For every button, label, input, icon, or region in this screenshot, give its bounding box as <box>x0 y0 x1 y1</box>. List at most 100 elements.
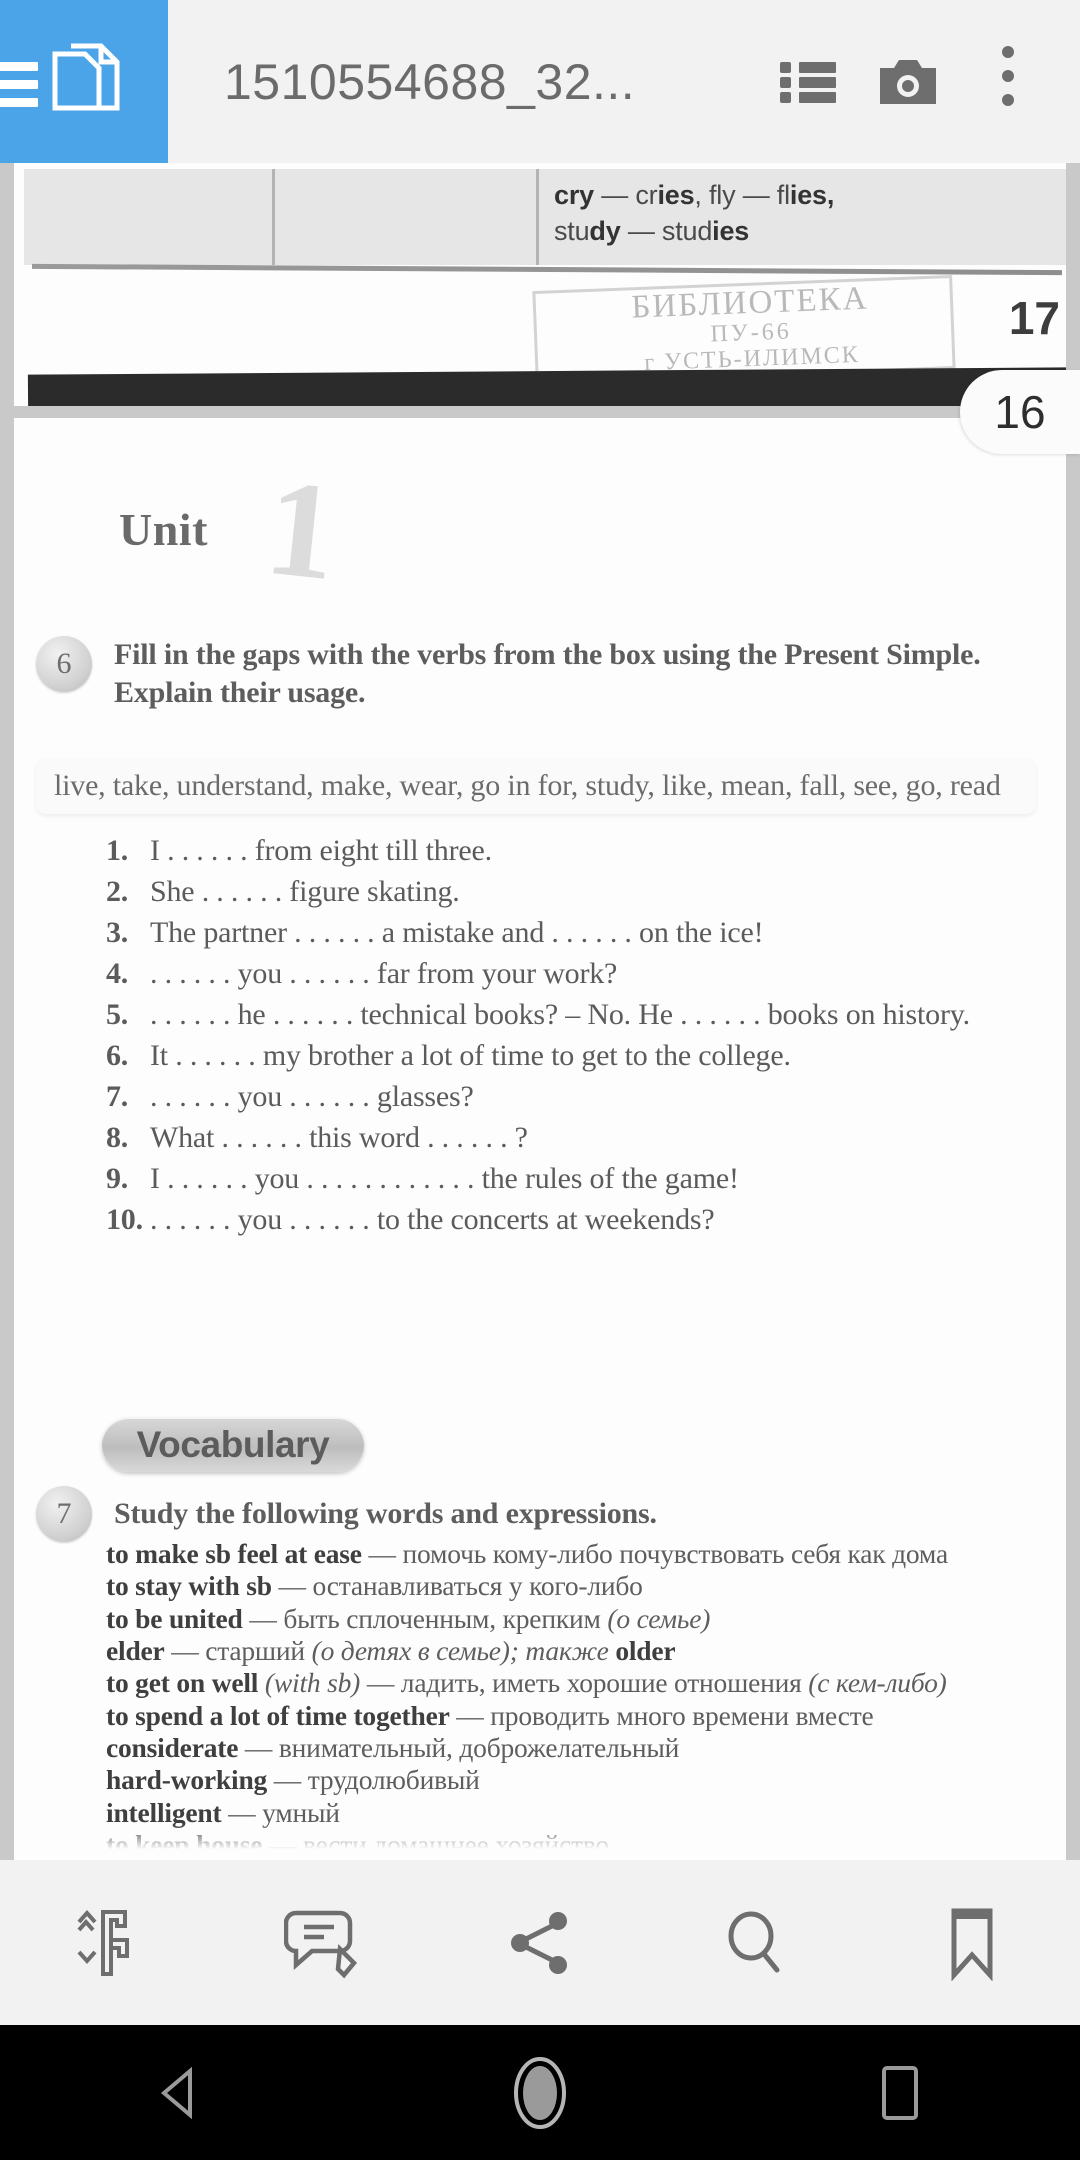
vocab-term: elder <box>106 1634 165 1666</box>
vocab-note: (о детях в семье); также <box>311 1634 616 1666</box>
vocab-definition: останавливаться у кого-либо <box>312 1570 643 1602</box>
exercise-6-question-list: 1. I . . . . . . from eight till three. 2… <box>106 836 1036 1246</box>
list-item: to get on well (with sb) — ладить, иметь… <box>106 1667 1046 1699</box>
item-text: . . . . . . you . . . . . . far from you… <box>150 957 618 990</box>
exercise-instruction: Fill in the gaps with the verbs from the… <box>114 638 981 710</box>
exercise-6: 6 Fill in the gaps with the verbs from t… <box>36 636 1036 713</box>
page-rule-line <box>31 263 1063 276</box>
vocab-term: hard-working <box>106 1764 268 1796</box>
vocab-sep: — <box>238 1731 279 1763</box>
bottom-toolbar <box>0 1860 1080 2025</box>
vocab-sep: — <box>449 1699 491 1731</box>
tbl-l2b: dy <box>589 216 621 247</box>
vocab-alt-term: older <box>615 1634 676 1666</box>
unit-number: 1 <box>259 449 344 610</box>
vocab-sep: — <box>242 1602 284 1634</box>
list-item: 2. She . . . . . . figure skating. <box>106 877 1036 907</box>
verb-word-box: live, take, understand, make, wear, go i… <box>36 758 1036 814</box>
vocab-sep: — <box>361 1538 403 1569</box>
page-title: 1510554688_32... <box>224 53 636 110</box>
list-item: 7. . . . . . . you . . . . . . glasses? <box>106 1082 1036 1112</box>
document-viewer[interactable]: cry — cries, fly — flies, study — studie… <box>0 163 1080 1860</box>
exercise-instruction: Study the following words and expression… <box>114 1496 657 1530</box>
list-item: 3. The partner . . . . . . a mistake and … <box>106 918 1036 948</box>
vocab-term: to be united <box>106 1602 243 1634</box>
item-text: The partner . . . . . . a mistake and . … <box>150 916 764 949</box>
page-bottom-fade <box>14 1824 1066 1860</box>
tbl-l1c: ies <box>657 180 695 210</box>
vocab-definition: помочь кому-либо почувствовать себя как … <box>402 1538 948 1569</box>
recents-nav-icon[interactable] <box>800 2025 1000 2160</box>
item-number: 8. <box>106 1121 129 1154</box>
unit-heading: Unit 1 <box>119 450 344 609</box>
list-item: 9. I . . . . . . you . . . . . . . . . . … <box>106 1164 1036 1194</box>
hamburger-icon[interactable] <box>0 62 38 116</box>
camera-icon[interactable] <box>858 0 958 163</box>
vocabulary-entry-list: to make sb feel at ease — помочь кому-ли… <box>106 1538 1046 1860</box>
verb-rules-table: cry — cries, fly — flies, study — studie… <box>24 169 1066 265</box>
app-bar: 1510554688_32... <box>0 0 1080 163</box>
tbl-l2d: ies <box>712 216 750 247</box>
more-vertical-icon[interactable] <box>958 0 1058 163</box>
item-number: 4. <box>106 957 129 990</box>
item-number: 10. <box>106 1203 143 1236</box>
item-text: What . . . . . . this word . . . . . . ? <box>150 1121 528 1154</box>
vocab-definition: внимательный, доброжелательный <box>278 1731 680 1763</box>
vocab-sep: — <box>360 1667 401 1699</box>
page-fit-icon[interactable] <box>33 1860 183 2025</box>
annotate-comment-icon[interactable] <box>249 1860 399 2025</box>
list-item: 6. It . . . . . . my brother a lot of tim… <box>106 1041 1036 1071</box>
document-icon[interactable] <box>45 40 133 128</box>
vocab-term: intelligent <box>106 1796 222 1828</box>
item-text: . . . . . . he . . . . . . technical boo… <box>150 998 970 1031</box>
table-divider <box>272 169 275 265</box>
list-item: 4. . . . . . . you . . . . . . far from y… <box>106 959 1036 989</box>
list-item: hard-working — трудолюбивый <box>106 1764 1046 1796</box>
app-bar-actions <box>758 0 1080 163</box>
vocab-term: considerate <box>106 1731 239 1763</box>
share-icon[interactable] <box>465 1860 615 2025</box>
list-item: to be united — быть сплоченным, крепким … <box>106 1603 1046 1635</box>
bookmark-icon[interactable] <box>897 1860 1047 2025</box>
item-number: 3. <box>106 916 129 949</box>
tbl-l1d: , fly — fl <box>694 180 790 210</box>
list-item: 8. What . . . . . . this word . . . . . .… <box>106 1123 1036 1153</box>
search-icon[interactable] <box>681 1860 831 2025</box>
vocab-term-qualifier: (with sb) <box>264 1667 361 1699</box>
app-bar-leading-group[interactable] <box>0 0 168 163</box>
vocab-term: to stay with sb <box>106 1570 272 1602</box>
vocab-term: to spend a lot of time together <box>106 1699 450 1731</box>
vocabulary-section-heading: Vocabulary <box>102 1418 364 1472</box>
back-nav-icon[interactable] <box>80 2025 280 2160</box>
item-text: I . . . . . . from eight till three. <box>150 834 492 867</box>
item-text: It . . . . . . my brother a lot of time … <box>150 1039 791 1072</box>
exercise-number-badge: 6 <box>36 636 92 692</box>
previous-page-fragment: cry — cries, fly — flies, study — studie… <box>14 163 1066 406</box>
item-text: I . . . . . . you . . . . . . . . . . . … <box>150 1162 739 1195</box>
table-divider <box>536 169 539 265</box>
item-number: 9. <box>106 1162 129 1195</box>
item-number: 5. <box>106 998 129 1031</box>
home-nav-icon[interactable] <box>440 2025 640 2160</box>
item-text: . . . . . . you . . . . . . glasses? <box>150 1080 474 1113</box>
vocab-sep: — <box>267 1764 308 1796</box>
scan-edge-shadow <box>27 367 1066 406</box>
tbl-l2a: stu <box>554 216 590 247</box>
list-item: elder — старший (о детях в семье); также… <box>106 1635 1046 1667</box>
list-item: to stay with sb — останавливаться у кого… <box>106 1570 1046 1602</box>
list-outline-icon[interactable] <box>758 0 858 163</box>
list-item: to spend a lot of time together — провод… <box>106 1700 1046 1732</box>
vocab-note: (с кем-либо) <box>808 1667 947 1699</box>
android-navigation-bar <box>0 2025 1080 2160</box>
item-number: 6. <box>106 1039 129 1072</box>
page-sheet: Unit 1 6 Fill in the gaps with the verbs… <box>14 418 1066 1860</box>
vocab-definition: быть сплоченным, крепким <box>283 1602 608 1634</box>
vocab-definition: ладить, иметь хорошие отношения <box>400 1667 809 1699</box>
vocab-note: (о семье) <box>607 1602 711 1634</box>
vocab-term: to make sb feel at ease <box>106 1538 362 1569</box>
printed-page-number: 17 <box>1008 292 1060 344</box>
vocab-definition: старший <box>205 1634 312 1666</box>
list-item: considerate — внимательный, доброжелател… <box>106 1732 1046 1764</box>
tbl-l1b: — cr <box>593 180 658 210</box>
unit-label: Unit <box>119 504 208 555</box>
